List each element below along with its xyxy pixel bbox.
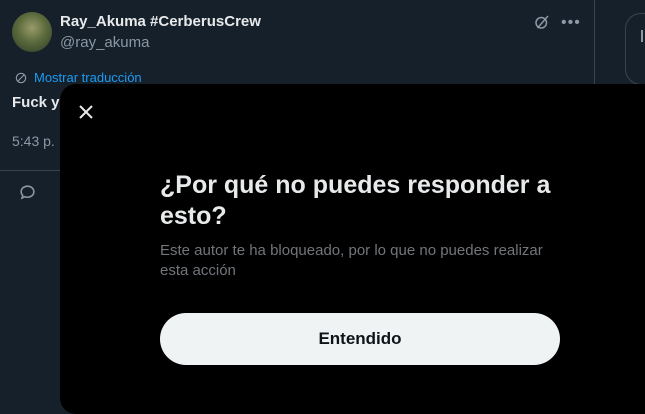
modal-body: Este autor te ha bloqueado, por lo que n… (160, 242, 543, 279)
sidebar-card (625, 13, 645, 85)
handle[interactable]: @ray_akuma (60, 34, 149, 51)
translate-label: Mostrar traducción (34, 70, 142, 85)
sidebar-card-bar (641, 30, 643, 42)
close-icon (79, 105, 93, 119)
understood-button[interactable]: Entendido (160, 313, 560, 365)
blocked-modal: ¿Por qué no puedes responder a esto? Est… (60, 84, 645, 414)
tweet-text: Fuck y (12, 94, 60, 111)
modal-title: ¿Por qué no puedes responder a esto? (160, 171, 551, 230)
translate-icon (15, 72, 27, 83)
tweet-time[interactable]: 5:43 p. (12, 133, 55, 149)
translate-link[interactable]: Mostrar traducción (14, 70, 142, 85)
reply-icon[interactable] (18, 183, 37, 202)
avatar[interactable] (12, 12, 52, 52)
grok-icon[interactable] (533, 13, 551, 31)
more-icon[interactable]: ••• (561, 14, 581, 32)
display-name[interactable]: Ray_Akuma #CerberusCrew (60, 13, 261, 30)
close-button[interactable] (74, 100, 98, 124)
